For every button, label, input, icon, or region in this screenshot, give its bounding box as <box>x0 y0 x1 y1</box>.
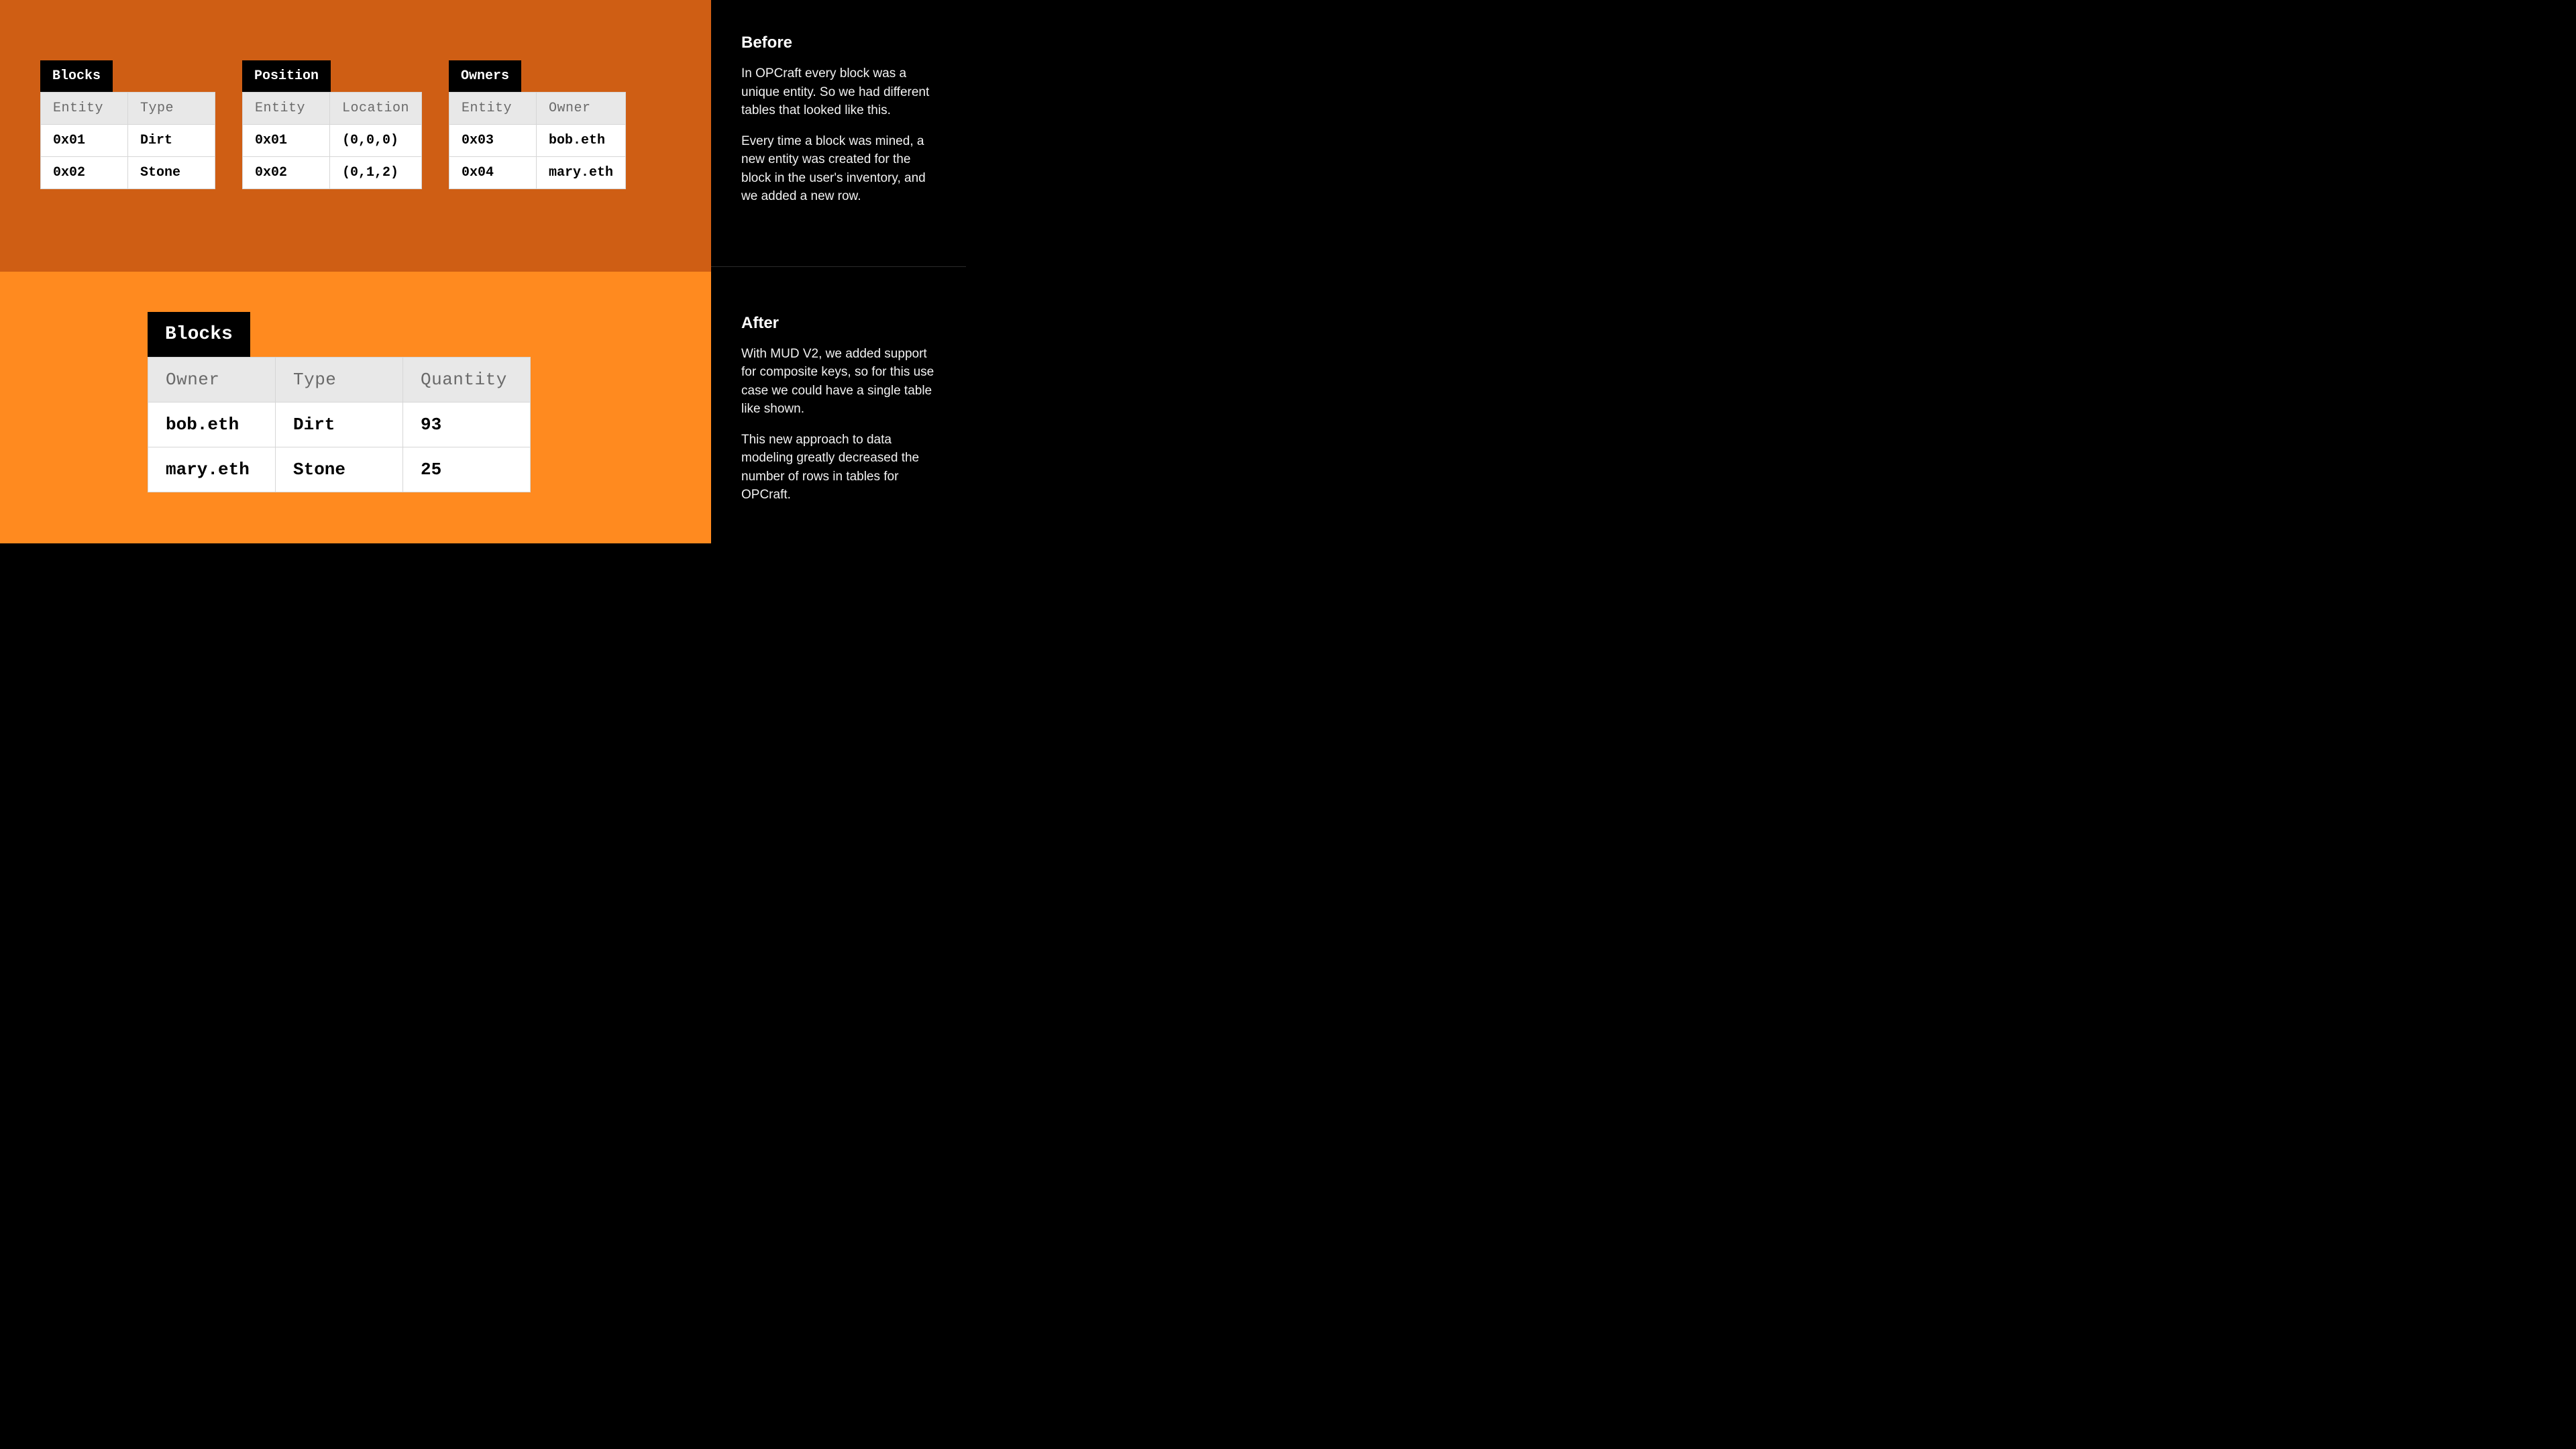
table-title: Owners <box>449 60 521 92</box>
before-position-table: Position Entity Location 0x01 (0,0,0) 0x… <box>242 60 422 189</box>
cell: Dirt <box>276 402 403 447</box>
diagram-left-column: Blocks Entity Type 0x01 Dirt 0x02 Stone … <box>0 0 711 543</box>
after-paragraph-1: With MUD V2, we added support for compos… <box>741 345 939 419</box>
col-header: Owner <box>148 358 276 402</box>
cell: Dirt <box>128 125 215 157</box>
cell: 0x04 <box>449 157 537 189</box>
table-row: 0x01 (0,0,0) <box>243 125 422 157</box>
after-paragraph-2: This new approach to data modeling great… <box>741 431 939 504</box>
before-paragraph-2: Every time a block was mined, a new enti… <box>741 132 939 206</box>
cell: bob.eth <box>148 402 276 447</box>
col-header: Entity <box>449 93 537 125</box>
cell: 25 <box>403 447 531 492</box>
cell: 0x01 <box>243 125 330 157</box>
cell: mary.eth <box>148 447 276 492</box>
cell: Stone <box>276 447 403 492</box>
before-owners-table: Owners Entity Owner 0x03 bob.eth 0x04 ma… <box>449 60 626 189</box>
cell: mary.eth <box>537 157 626 189</box>
after-panel: Blocks Owner Type Quantity bob.eth Dirt … <box>0 272 711 543</box>
cell: bob.eth <box>537 125 626 157</box>
table-row: 0x01 Dirt <box>41 125 215 157</box>
table-title: Position <box>242 60 331 92</box>
before-heading: Before <box>741 34 939 52</box>
explanation-sidebar: Before In OPCraft every block was a uniq… <box>711 0 966 543</box>
cell: (0,0,0) <box>330 125 422 157</box>
col-header: Entity <box>243 93 330 125</box>
table-row: 0x02 (0,1,2) <box>243 157 422 189</box>
col-header: Owner <box>537 93 626 125</box>
table-row: 0x04 mary.eth <box>449 157 626 189</box>
before-paragraph-1: In OPCraft every block was a unique enti… <box>741 64 939 120</box>
before-panel: Blocks Entity Type 0x01 Dirt 0x02 Stone … <box>0 0 711 272</box>
col-header: Type <box>128 93 215 125</box>
table-header-row: Entity Location <box>243 93 422 125</box>
table-title: Blocks <box>148 312 250 357</box>
before-explanation: Before In OPCraft every block was a uniq… <box>711 0 966 267</box>
table-title: Blocks <box>40 60 113 92</box>
cell: 93 <box>403 402 531 447</box>
cell: 0x02 <box>243 157 330 189</box>
table-row: bob.eth Dirt 93 <box>148 402 531 447</box>
col-header: Location <box>330 93 422 125</box>
col-header: Quantity <box>403 358 531 402</box>
cell: (0,1,2) <box>330 157 422 189</box>
table-header-row: Entity Owner <box>449 93 626 125</box>
cell: 0x01 <box>41 125 128 157</box>
cell: Stone <box>128 157 215 189</box>
before-blocks-table: Blocks Entity Type 0x01 Dirt 0x02 Stone <box>40 60 215 189</box>
cell: 0x03 <box>449 125 537 157</box>
col-header: Type <box>276 358 403 402</box>
col-header: Entity <box>41 93 128 125</box>
table-row: 0x03 bob.eth <box>449 125 626 157</box>
cell: 0x02 <box>41 157 128 189</box>
after-explanation: After With MUD V2, we added support for … <box>711 267 966 543</box>
table-row: mary.eth Stone 25 <box>148 447 531 492</box>
after-heading: After <box>741 314 939 333</box>
after-blocks-table: Blocks Owner Type Quantity bob.eth Dirt … <box>148 312 531 492</box>
table-header-row: Entity Type <box>41 93 215 125</box>
table-header-row: Owner Type Quantity <box>148 358 531 402</box>
table-row: 0x02 Stone <box>41 157 215 189</box>
